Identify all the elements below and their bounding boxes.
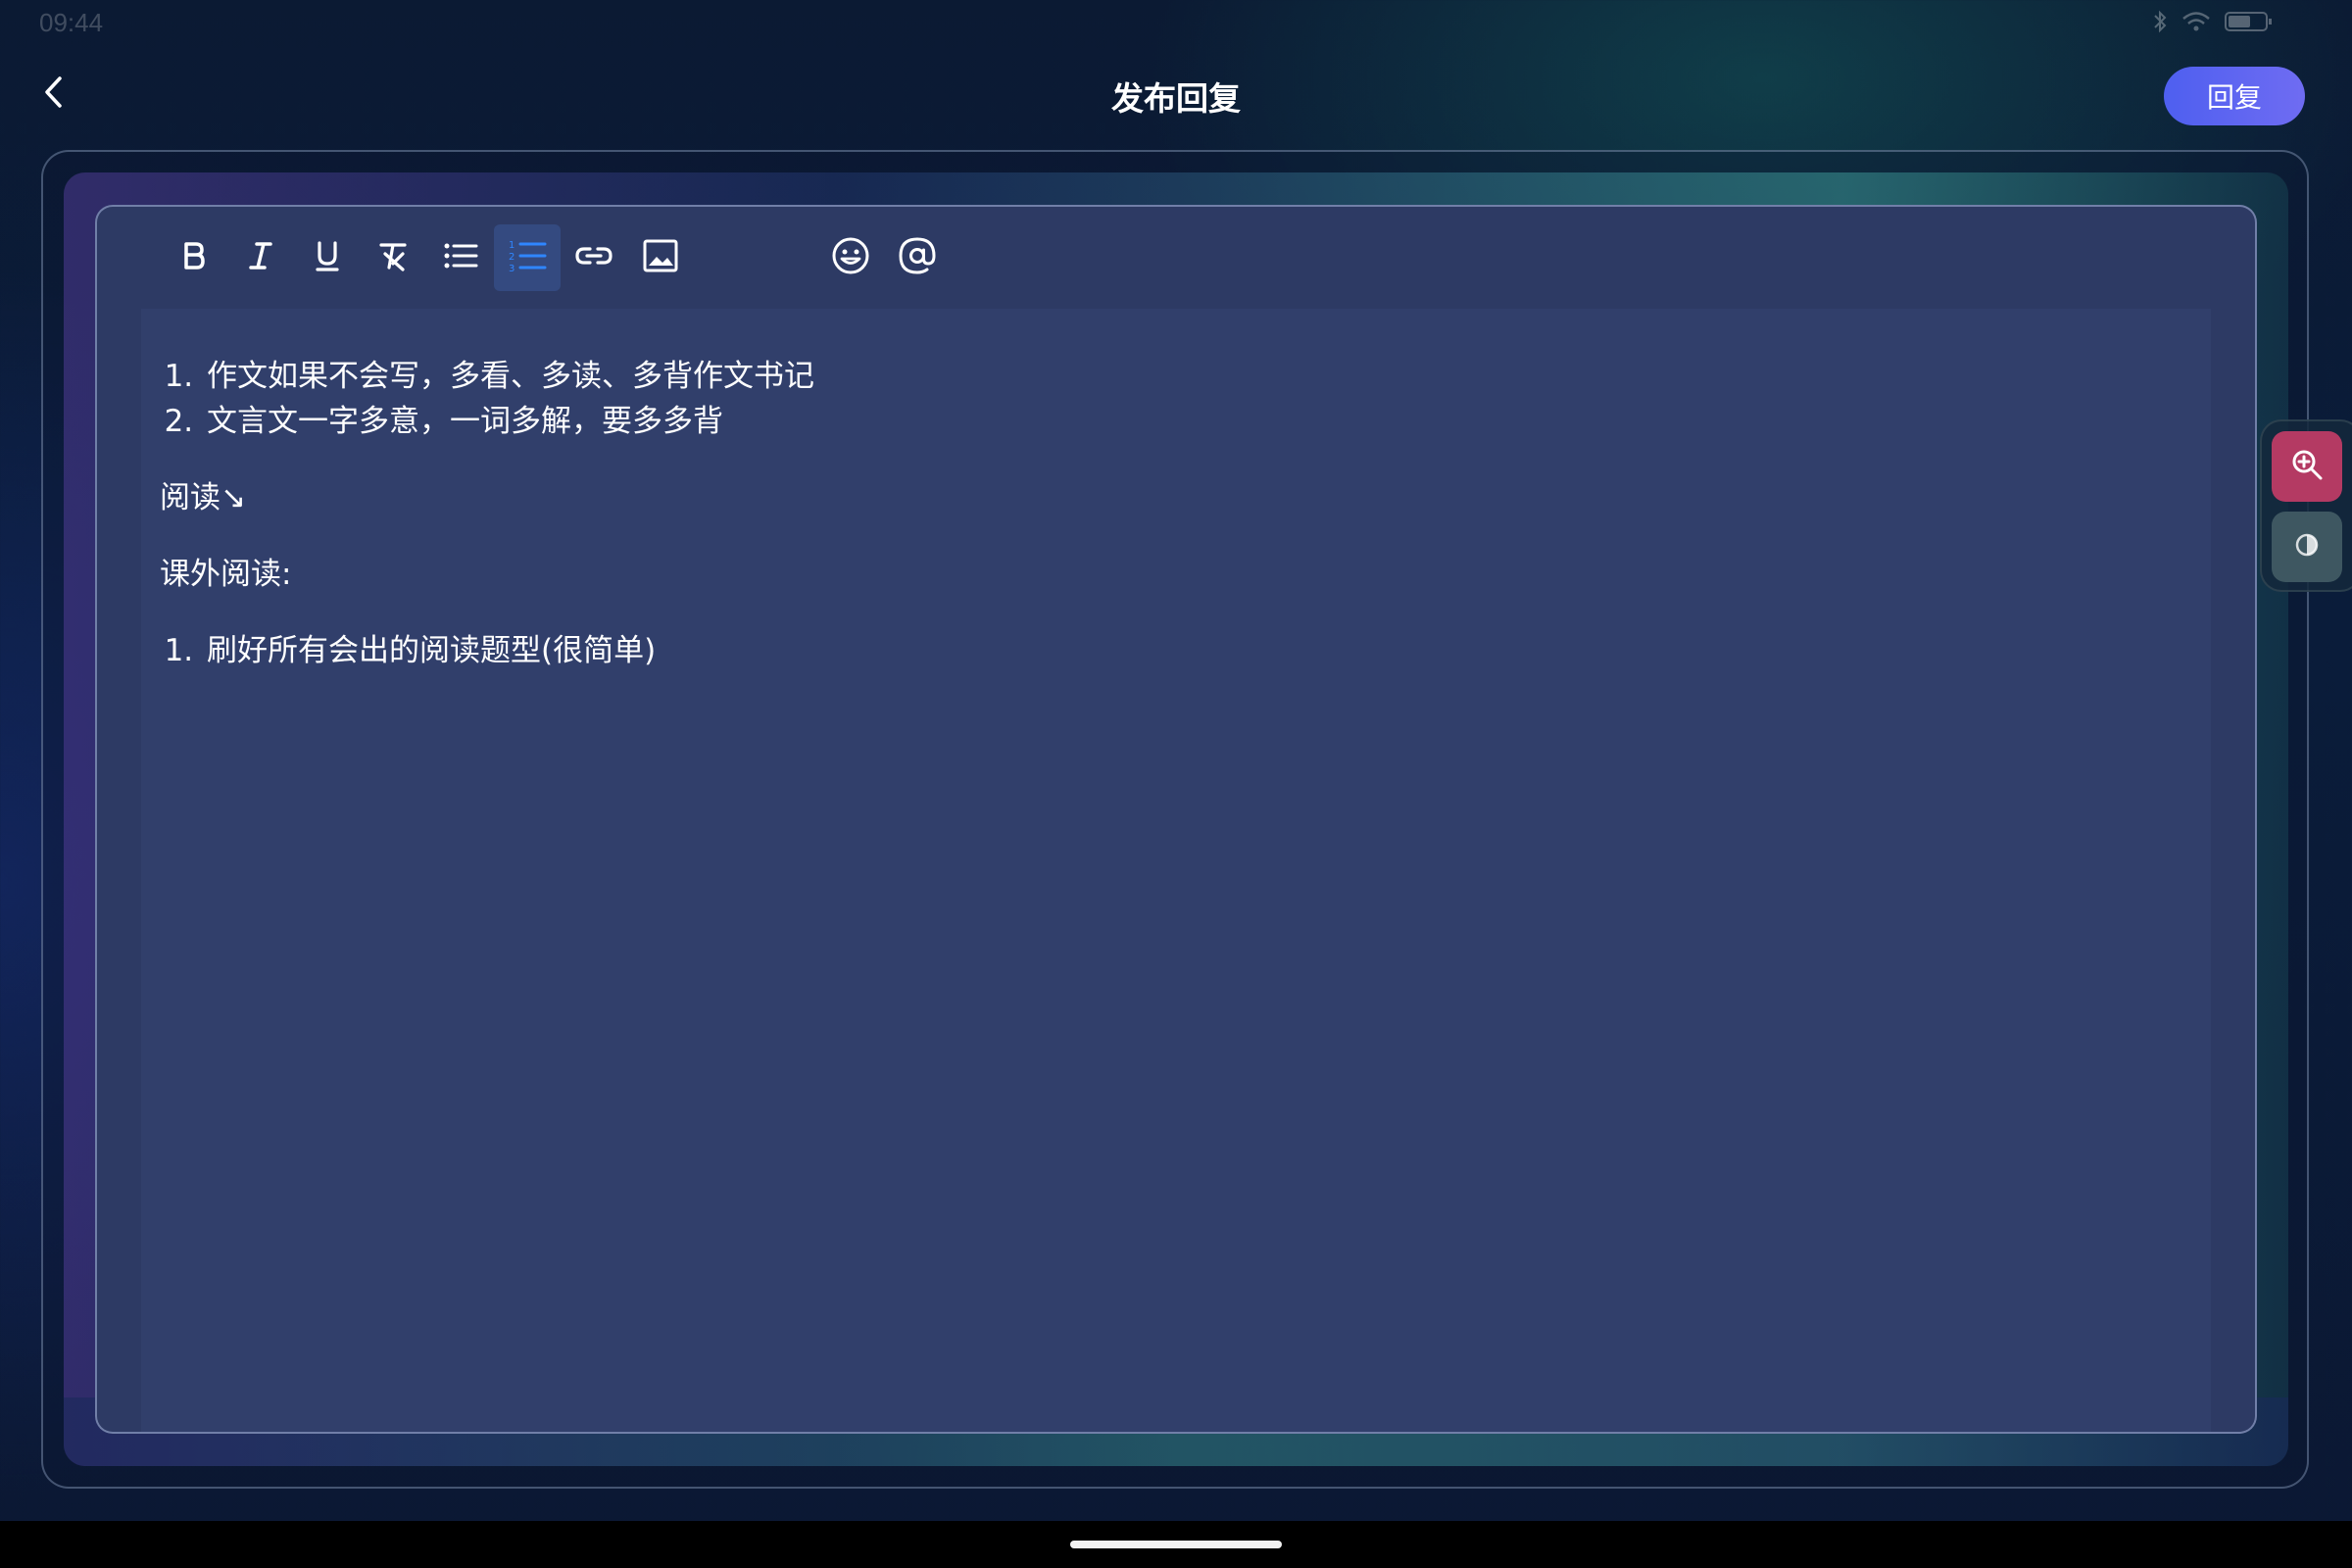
- bullet-list-icon: [442, 238, 479, 277]
- numbered-list-icon: 123: [508, 237, 547, 278]
- page-title: 发布回复: [1111, 79, 1241, 118]
- zoom-in-icon: [2290, 448, 2324, 485]
- at-icon: [898, 236, 937, 279]
- paragraph: 课外阅读:: [160, 557, 292, 592]
- emoji-icon: [831, 236, 870, 279]
- bluetooth-icon: [2152, 10, 2168, 37]
- battery-icon: [2225, 10, 2274, 37]
- wifi-icon: [2181, 10, 2211, 37]
- svg-text:1: 1: [509, 240, 514, 251]
- ordered-list: 刷好所有会出的阅读题型(很简单): [160, 628, 2169, 673]
- list-item: 刷好所有会出的阅读题型(很简单): [203, 628, 2169, 673]
- clear-format-button[interactable]: [361, 224, 427, 291]
- status-time: 09:44: [39, 8, 104, 37]
- contrast-icon: [2294, 532, 2320, 562]
- list-item: 作文如果不会写，多看、多读、多背作文书记: [203, 354, 2169, 399]
- emoji-button[interactable]: [817, 224, 884, 291]
- ordered-list: 作文如果不会写，多看、多读、多背作文书记 文言文一字多意，一词多解，要多多背: [160, 354, 2169, 444]
- italic-icon: [243, 238, 278, 277]
- floating-side-tools: [2260, 419, 2352, 592]
- bold-icon: [176, 238, 212, 277]
- underline-button[interactable]: [294, 224, 361, 291]
- link-button[interactable]: [561, 224, 627, 291]
- link-icon: [573, 238, 614, 277]
- svg-text:2: 2: [509, 252, 514, 263]
- reply-button[interactable]: 回复: [2164, 67, 2305, 125]
- editor-content[interactable]: 作文如果不会写，多看、多读、多背作文书记 文言文一字多意，一词多解，要多多背 阅…: [141, 309, 2211, 1432]
- underline-icon: [310, 238, 345, 277]
- navigation-bar: [0, 1521, 2352, 1568]
- italic-button[interactable]: [227, 224, 294, 291]
- zoom-button[interactable]: [2272, 431, 2342, 502]
- image-icon: [642, 238, 679, 277]
- bold-button[interactable]: [161, 224, 227, 291]
- clear-format-icon: [375, 238, 413, 277]
- svg-text:3: 3: [509, 264, 514, 274]
- mention-button[interactable]: [884, 224, 951, 291]
- home-indicator[interactable]: [1070, 1541, 1282, 1548]
- rich-text-editor: 123 作文如果不会写，多看、多读、多背作: [95, 205, 2257, 1434]
- status-icons: [2152, 10, 2274, 37]
- numbered-list-button[interactable]: 123: [494, 224, 561, 291]
- editor-toolbar: 123: [161, 224, 951, 291]
- list-item: 文言文一字多意，一词多解，要多多背: [203, 399, 2169, 444]
- status-bar: 09:44: [0, 0, 2352, 47]
- bullet-list-button[interactable]: [427, 224, 494, 291]
- contrast-button[interactable]: [2272, 512, 2342, 582]
- paragraph: 阅读↘: [160, 480, 246, 515]
- editor-text: 作文如果不会写，多看、多读、多背作文书记 文言文一字多意，一词多解，要多多背 阅…: [160, 354, 2169, 673]
- image-button[interactable]: [627, 224, 694, 291]
